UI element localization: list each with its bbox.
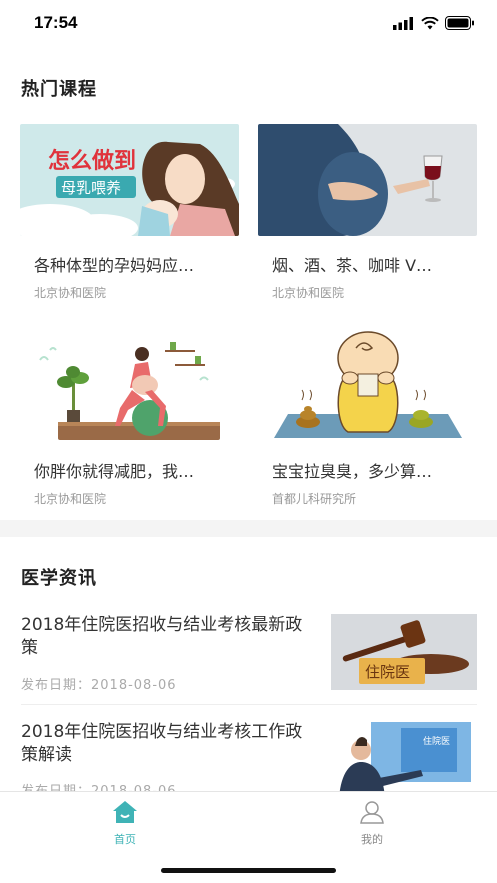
news-date: 发布日期：2018-08-06 — [21, 678, 177, 693]
tab-home-label: 首页 — [114, 833, 136, 846]
course-title: 你胖你就得减肥，我… — [34, 462, 195, 481]
course-card[interactable]: 你胖你就得减肥，我… 北京协和医院 — [20, 330, 239, 507]
course-thumbnail: 怎么做到 母乳喂养 — [20, 124, 239, 236]
course-source: 北京协和医院 — [34, 492, 107, 506]
person-icon — [360, 801, 384, 824]
thumb-caption: 住院医 — [365, 663, 410, 681]
wifi-icon — [421, 16, 439, 29]
hot-courses-heading: 热门课程 — [21, 79, 97, 100]
news-thumbnail: 住院医 — [331, 614, 477, 690]
news-title: 2018年住院医招收与结业考核最新政策 — [21, 615, 303, 658]
course-title: 宝宝拉臭臭，多少算… — [272, 462, 433, 481]
tab-mine-label: 我的 — [361, 833, 383, 846]
thumb-caption: 住院医 — [423, 735, 450, 747]
news-separator — [21, 704, 477, 705]
course-thumbnail — [258, 330, 477, 442]
course-thumbnail — [258, 124, 477, 236]
thumb-caption-2: 母乳喂养 — [61, 179, 121, 197]
news-title: 2018年住院医招收与结业考核工作政策解读 — [21, 722, 303, 765]
course-card[interactable]: 宝宝拉臭臭，多少算… 首都儿科研究所 — [258, 330, 477, 507]
course-card[interactable]: 烟、酒、茶、咖啡 V… 北京协和医院 — [258, 124, 477, 301]
news-thumbnail: 住院医 — [331, 722, 477, 798]
medical-news-heading: 医学资讯 — [21, 568, 97, 589]
course-title: 各种体型的孕妈妈应… — [34, 256, 195, 275]
status-icons — [393, 16, 475, 30]
status-time: 17:54 — [34, 13, 78, 32]
tab-mine[interactable]: 我的 — [322, 800, 422, 847]
course-source: 首都儿科研究所 — [272, 492, 357, 506]
news-item[interactable]: 2018年住院医招收与结业考核最新政策 发布日期：2018-08-06 住院医 — [0, 614, 497, 716]
course-thumbnail — [20, 330, 239, 442]
cellular-signal-icon — [393, 16, 413, 30]
course-source: 北京协和医院 — [34, 286, 107, 300]
course-source: 北京协和医院 — [272, 286, 345, 300]
course-card[interactable]: 怎么做到 母乳喂养 各种体型的孕妈妈应… 北京协和医院 — [20, 124, 239, 301]
thumb-caption-1: 怎么做到 — [48, 148, 136, 174]
battery-icon — [445, 16, 474, 30]
tab-home[interactable]: 首页 — [75, 800, 175, 847]
section-divider — [0, 520, 497, 537]
course-title: 烟、酒、茶、咖啡 V… — [272, 256, 433, 275]
home-indicator — [161, 868, 336, 873]
status-bar: 17:54 — [0, 0, 497, 50]
home-icon — [113, 801, 137, 823]
